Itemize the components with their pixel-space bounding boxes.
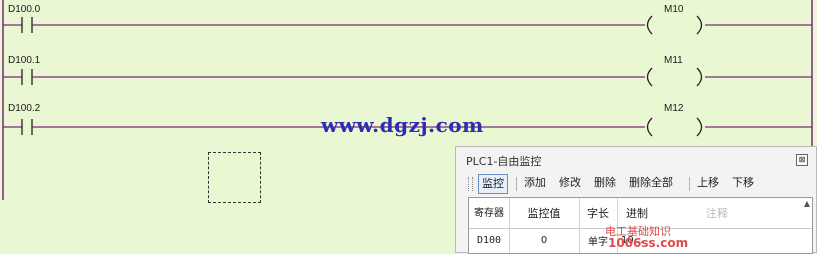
move-up-button[interactable]: 上移 (694, 174, 722, 192)
ladder-cursor-box[interactable] (208, 152, 261, 203)
panel-toolbar: 监控 添加 修改 删除 删除全部 上移 下移 (468, 174, 794, 194)
monitor-button[interactable]: 监控 (478, 174, 508, 194)
coil-m12 (646, 117, 653, 137)
panel-title: PLC1-自由监控 (466, 155, 542, 168)
toolbar-separator (689, 177, 690, 191)
site-watermark: www.dgzj.com (321, 113, 484, 137)
close-icon[interactable]: ⊠ (796, 154, 808, 166)
toolbar-separator (516, 177, 517, 191)
cell-register[interactable]: D100 (469, 230, 509, 250)
coil-m10 (646, 15, 653, 35)
modify-button[interactable]: 修改 (556, 174, 584, 192)
contact-label-2: D100.1 (8, 55, 41, 66)
contact-label-3: D100.2 (8, 103, 41, 114)
corner-watermark-line2: 1006ss.com (608, 236, 689, 250)
delete-all-button[interactable]: 删除全部 (626, 174, 676, 192)
coil-label-1: M10 (664, 4, 684, 15)
rung-1[interactable] (3, 15, 812, 35)
rung-2[interactable] (3, 67, 812, 87)
column-header-monitor-value[interactable]: 监控值 (509, 198, 579, 228)
move-down-button[interactable]: 下移 (729, 174, 757, 192)
add-button[interactable]: 添加 (521, 174, 549, 192)
delete-button[interactable]: 删除 (591, 174, 619, 192)
column-header-comment[interactable]: 注释 (657, 198, 777, 228)
coil-label-2: M11 (664, 55, 683, 66)
column-header-register[interactable]: 寄存器 (469, 198, 509, 228)
coil-m11 (646, 67, 653, 87)
cell-monitor-value[interactable]: 0 (509, 230, 579, 250)
toolbar-grip-icon[interactable] (468, 177, 473, 191)
scroll-up-icon[interactable]: ▲ (804, 199, 810, 208)
coil-label-3: M12 (664, 103, 684, 114)
contact-label-1: D100.0 (8, 4, 41, 15)
